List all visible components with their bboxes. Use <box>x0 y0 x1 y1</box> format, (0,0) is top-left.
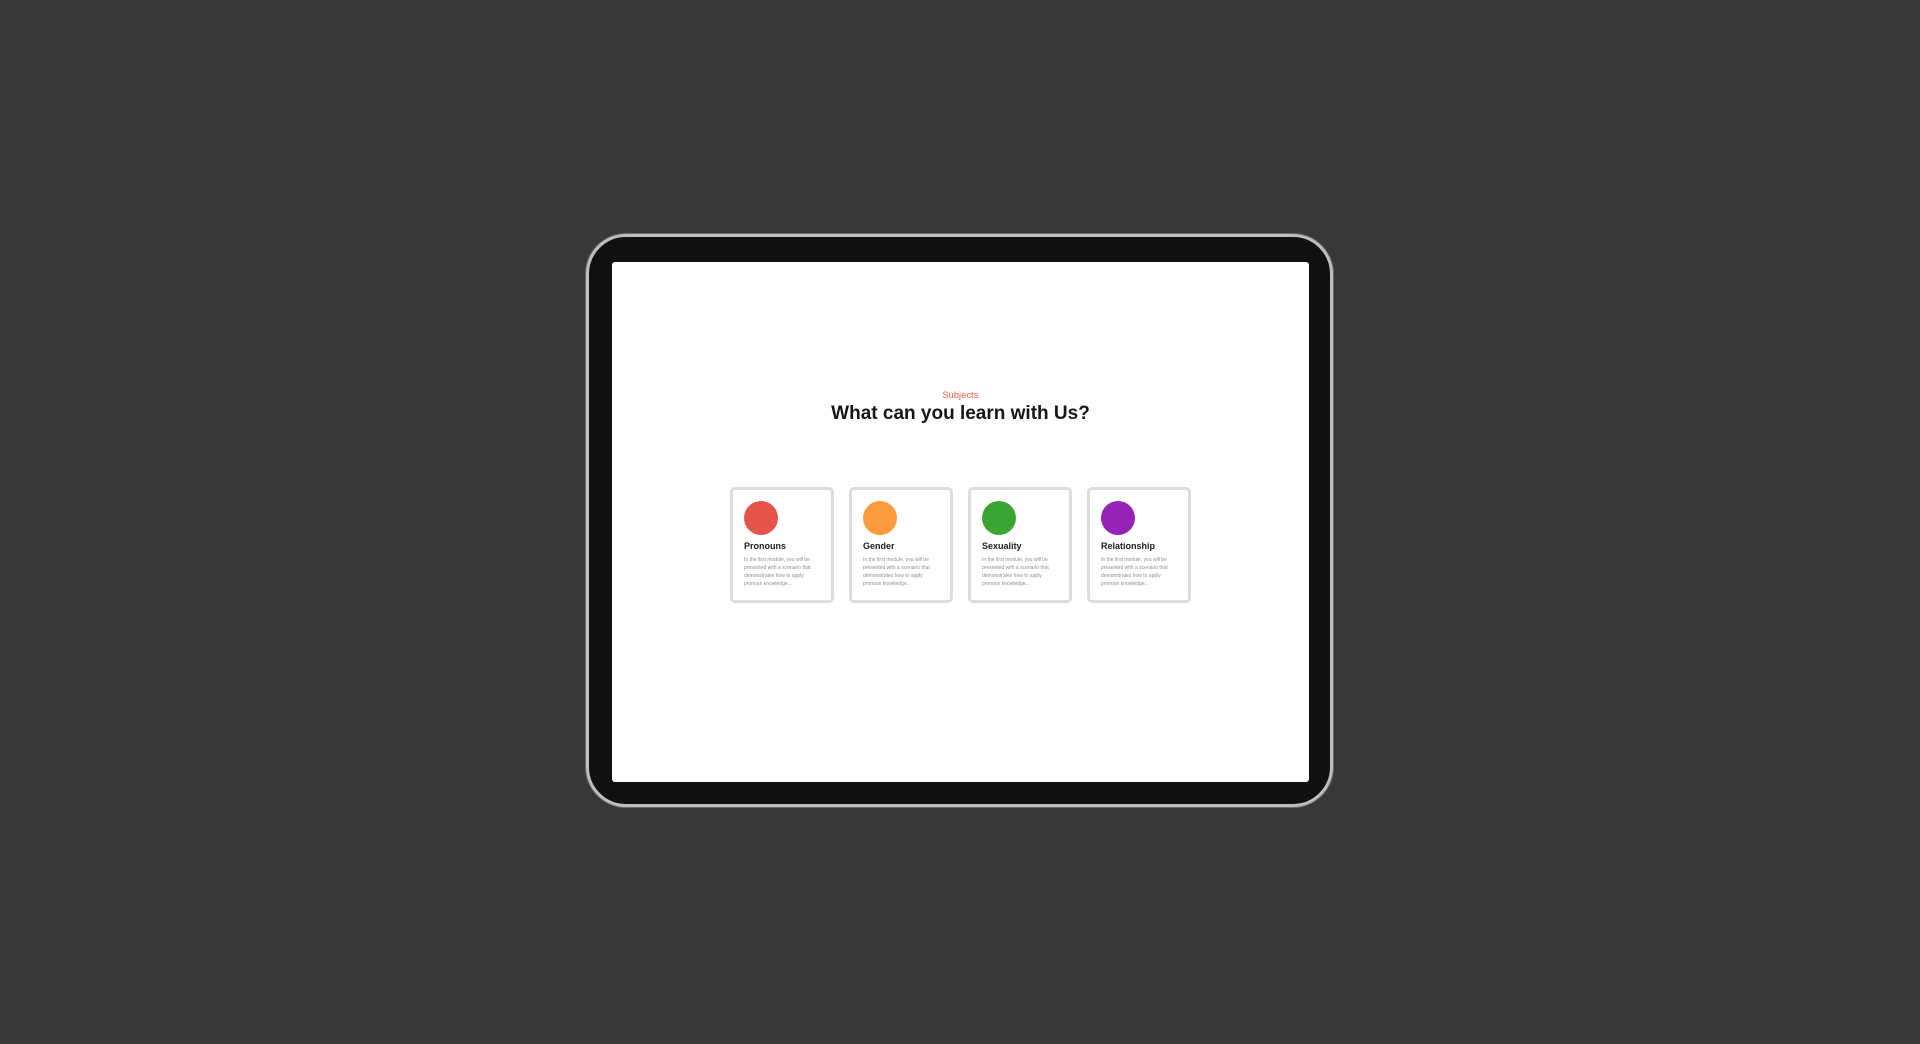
orange-circle-icon <box>863 501 897 535</box>
subject-card-gender[interactable]: Gender In the first module, you will be … <box>849 487 953 603</box>
card-description: In the first module, you will be present… <box>863 557 930 587</box>
card-title: Relationship <box>1101 541 1156 551</box>
subject-card-pronouns[interactable]: Pronouns In the first module, you will b… <box>730 487 834 603</box>
card-title: Sexuality <box>982 541 1022 551</box>
tablet-screen: Subjects What can you learn with Us? Pro… <box>612 262 1309 782</box>
card-description: In the first module, you will be present… <box>1101 557 1168 587</box>
tablet-frame: Subjects What can you learn with Us? Pro… <box>586 234 1333 807</box>
section-eyebrow: Subjects <box>942 390 979 400</box>
subject-card-sexuality[interactable]: Sexuality In the first module, you will … <box>968 487 1072 603</box>
card-title: Gender <box>863 541 895 551</box>
purple-circle-icon <box>1101 501 1135 535</box>
card-description: In the first module, you will be present… <box>744 557 811 587</box>
card-title: Pronouns <box>744 541 786 551</box>
red-circle-icon <box>744 501 778 535</box>
card-description: In the first module, you will be present… <box>982 557 1049 587</box>
green-circle-icon <box>982 501 1016 535</box>
section-headline: What can you learn with Us? <box>831 403 1090 424</box>
subject-card-relationship[interactable]: Relationship In the first module, you wi… <box>1087 487 1191 603</box>
subject-cards: Pronouns In the first module, you will b… <box>730 487 1191 603</box>
